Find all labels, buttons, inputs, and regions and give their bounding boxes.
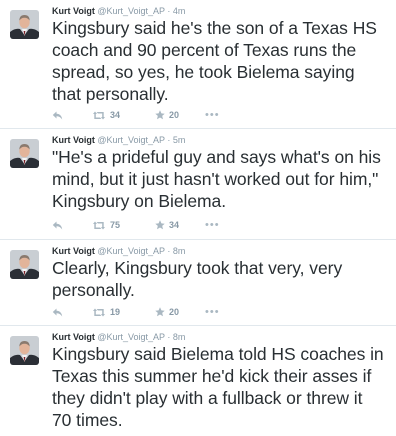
retweet-count: 19: [110, 307, 121, 317]
tweet-header: Kurt Voigt @Kurt_Voigt_AP · 4m: [52, 6, 388, 17]
favorite-button[interactable]: 20: [155, 305, 179, 319]
author-name[interactable]: Kurt Voigt: [52, 6, 95, 16]
timestamp[interactable]: 4m: [173, 6, 186, 16]
tweet-header: Kurt Voigt @Kurt_Voigt_AP · 8m: [52, 332, 388, 343]
author-handle[interactable]: @Kurt_Voigt_AP: [97, 332, 165, 342]
author-handle[interactable]: @Kurt_Voigt_AP: [97, 135, 165, 145]
tweet-text: "He's a prideful guy and says what's on …: [52, 147, 381, 211]
timestamp[interactable]: 5m: [173, 135, 186, 145]
more-icon: •••: [205, 219, 220, 231]
tweet-header: Kurt Voigt @Kurt_Voigt_AP · 8m: [52, 246, 388, 257]
retweet-count: 75: [110, 220, 121, 230]
tweet[interactable]: Kurt Voigt @Kurt_Voigt_AP · 4m Kingsbury…: [0, 0, 396, 129]
reply-button[interactable]: [52, 218, 63, 232]
author-name[interactable]: Kurt Voigt: [52, 332, 95, 342]
avatar[interactable]: [10, 336, 39, 365]
dot-separator: ·: [167, 332, 171, 342]
retweet-count: 34: [110, 110, 121, 120]
reply-icon: [52, 308, 63, 316]
favorite-button[interactable]: 20: [155, 108, 179, 122]
favorite-count: 20: [169, 307, 180, 317]
profile-photo: [10, 336, 39, 365]
star-icon: [155, 110, 165, 120]
retweet-icon: [93, 221, 105, 229]
tweet-actions: 34 20 •••: [52, 108, 252, 122]
author-name[interactable]: Kurt Voigt: [52, 246, 95, 256]
tweet-header: Kurt Voigt @Kurt_Voigt_AP · 5m: [52, 135, 388, 146]
more-icon: •••: [205, 109, 220, 121]
author-handle[interactable]: @Kurt_Voigt_AP: [97, 6, 165, 16]
favorite-count: 34: [169, 220, 180, 230]
retweet-icon: [93, 111, 105, 119]
profile-photo: [10, 139, 39, 168]
timestamp[interactable]: 8m: [173, 246, 186, 256]
avatar[interactable]: [10, 139, 39, 168]
dot-separator: ·: [167, 6, 171, 16]
star-icon: [155, 220, 165, 230]
retweet-button[interactable]: 75: [92, 218, 120, 232]
dot-separator: ·: [167, 246, 171, 256]
reply-button[interactable]: [52, 108, 63, 122]
avatar[interactable]: [10, 250, 39, 279]
profile-photo: [10, 250, 39, 279]
reply-button[interactable]: [52, 305, 63, 319]
favorite-button[interactable]: 34: [155, 218, 179, 232]
tweet-actions: 19 20 •••: [52, 305, 252, 319]
dot-separator: ·: [167, 135, 171, 145]
more-icon: •••: [205, 306, 220, 318]
reply-icon: [52, 111, 63, 119]
tweet-text: Clearly, Kingsbury took that very, very …: [52, 258, 343, 300]
tweet-text: Kingsbury said he's the son of a Texas H…: [52, 18, 377, 104]
profile-photo: [10, 10, 39, 39]
avatar[interactable]: [10, 10, 39, 39]
tweet[interactable]: Kurt Voigt @Kurt_Voigt_AP · 8m Clearly, …: [0, 240, 396, 326]
tweet[interactable]: Kurt Voigt @Kurt_Voigt_AP · 5m "He's a p…: [0, 129, 396, 240]
more-button[interactable]: •••: [205, 218, 220, 232]
tweet-actions: 75 34 •••: [52, 218, 252, 232]
reply-icon: [52, 221, 63, 229]
tweet-text: Kingsbury said Bielema told HS coaches i…: [52, 344, 384, 430]
retweet-icon: [93, 308, 105, 316]
favorite-count: 20: [169, 110, 180, 120]
author-name[interactable]: Kurt Voigt: [52, 135, 95, 145]
tweet-feed: Kurt Voigt @Kurt_Voigt_AP · 4m Kingsbury…: [0, 0, 396, 436]
retweet-button[interactable]: 19: [92, 305, 120, 319]
star-icon: [155, 307, 165, 317]
retweet-button[interactable]: 34: [92, 108, 120, 122]
more-button[interactable]: •••: [205, 108, 220, 122]
more-button[interactable]: •••: [205, 305, 220, 319]
author-handle[interactable]: @Kurt_Voigt_AP: [97, 246, 165, 256]
timestamp[interactable]: 8m: [173, 332, 186, 342]
tweet[interactable]: Kurt Voigt @Kurt_Voigt_AP · 8m Kingsbury…: [0, 326, 396, 436]
